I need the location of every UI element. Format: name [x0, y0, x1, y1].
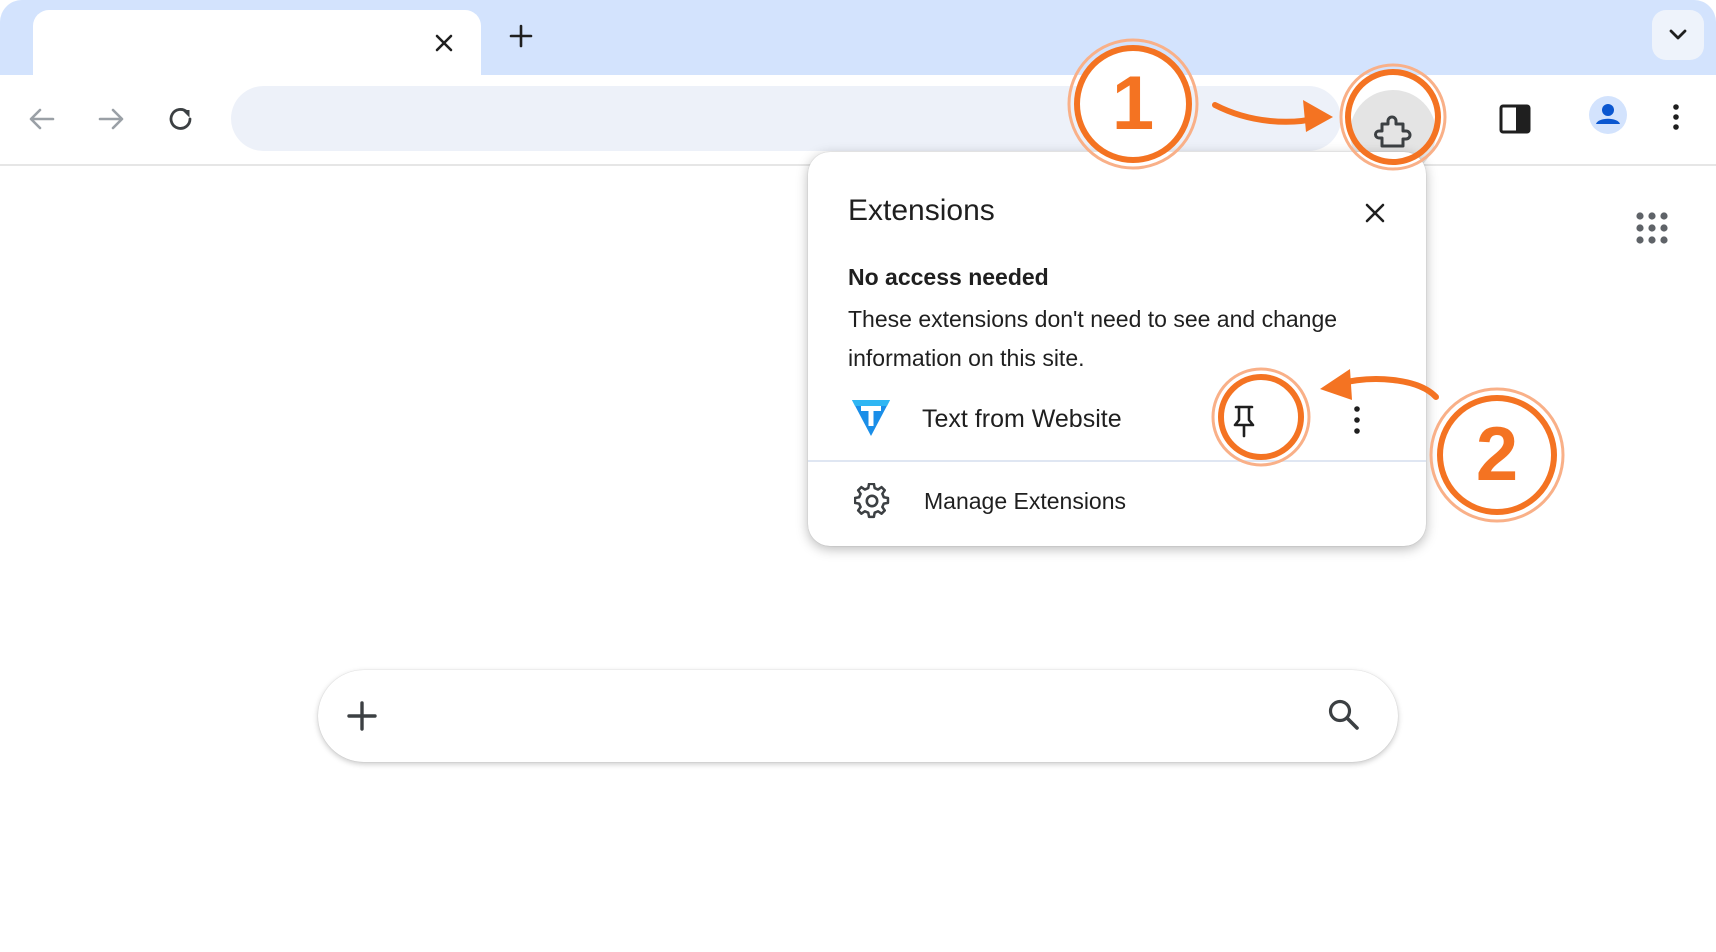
text-from-website-logo	[852, 400, 890, 436]
side-panel-icon[interactable]	[1493, 97, 1537, 141]
active-tab[interactable]	[33, 10, 481, 76]
apps-grid-icon[interactable]	[1634, 210, 1670, 246]
section-heading: No access needed	[848, 264, 1049, 290]
forward-arrow-icon[interactable]	[91, 99, 131, 139]
step-1-number: 1	[1111, 61, 1155, 146]
pin-icon[interactable]	[1222, 398, 1266, 442]
extensions-popup: Extensions No access needed These extens…	[808, 152, 1426, 546]
divider	[808, 460, 1426, 462]
section-description: These extensions don't need to see and c…	[848, 306, 1338, 371]
extension-row[interactable]: Text from Website	[808, 388, 1426, 456]
chevron-down-icon	[1669, 29, 1687, 40]
tab-strip	[0, 0, 1716, 76]
profile-icon[interactable]	[1584, 91, 1632, 139]
reload-icon[interactable]	[161, 99, 201, 139]
back-arrow-icon[interactable]	[22, 99, 62, 139]
plus-icon[interactable]	[344, 698, 380, 734]
step-2-number: 2	[1475, 412, 1519, 497]
popup-title: Extensions	[848, 194, 995, 227]
manage-extensions-row[interactable]: Manage Extensions	[808, 464, 1426, 538]
more-vert-icon[interactable]	[1346, 402, 1368, 438]
page-search-box[interactable]	[318, 670, 1398, 762]
extension-name: Text from Website	[922, 405, 1122, 433]
tab-search-button[interactable]	[1652, 10, 1704, 60]
plus-icon[interactable]	[505, 20, 537, 52]
browser-window: Extensions No access needed These extens…	[0, 0, 1716, 952]
gear-icon	[854, 483, 890, 519]
close-icon[interactable]	[1358, 196, 1392, 230]
manage-extensions-label: Manage Extensions	[924, 488, 1127, 514]
search-icon[interactable]	[1325, 696, 1363, 734]
kebab-menu-icon[interactable]	[1656, 97, 1696, 137]
close-icon[interactable]	[429, 28, 459, 58]
